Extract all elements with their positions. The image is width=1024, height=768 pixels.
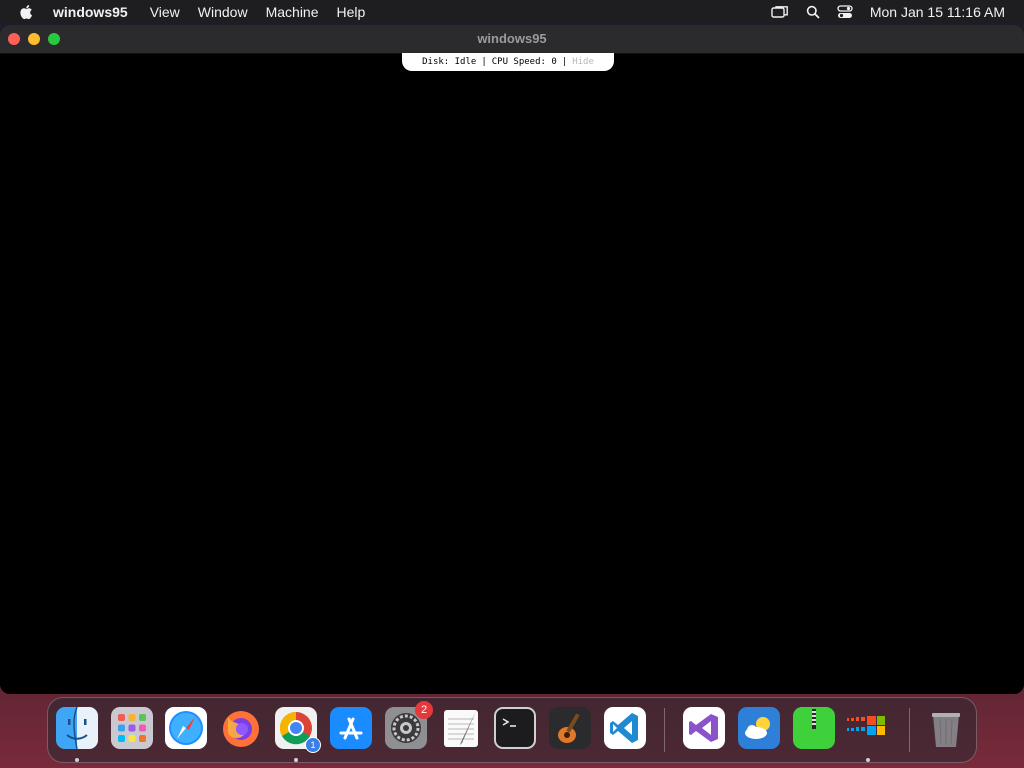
menu-app-name[interactable]: windows95: [53, 4, 128, 20]
dock-running-indicator-chrome: [294, 758, 298, 762]
dock-system-settings[interactable]: 2: [385, 701, 433, 749]
settings-badge: 2: [415, 701, 433, 719]
visual-studio-icon: [683, 707, 725, 749]
apple-menu-icon[interactable]: [19, 3, 35, 21]
dock-archive-utility[interactable]: [793, 707, 835, 749]
control-center-icon[interactable]: [837, 5, 853, 19]
menu-clock[interactable]: Mon Jan 15 11:16 AM: [870, 4, 1005, 20]
screen-mirroring-icon[interactable]: [771, 5, 789, 19]
dock-weather[interactable]: [738, 707, 780, 749]
dock: 1 2: [47, 697, 977, 763]
status-separator: |: [481, 57, 487, 67]
trash-icon: [932, 713, 960, 747]
garageband-icon: [549, 707, 591, 749]
dock-vscode[interactable]: [604, 707, 646, 749]
dock-firefox[interactable]: [220, 707, 262, 749]
emulator-status-bar: Disk: Idle | CPU Speed: 0 | Hide: [402, 53, 614, 71]
cpu-speed-status: CPU Speed: 0: [491, 57, 557, 67]
dock-launchpad[interactable]: [111, 707, 153, 749]
dock-running-indicator-windows95: [866, 758, 870, 762]
vscode-icon: [604, 707, 646, 749]
dock-trash[interactable]: [925, 707, 967, 749]
menu-window[interactable]: Window: [198, 4, 248, 20]
textedit-icon: [444, 710, 478, 747]
dock-running-indicator-finder: [75, 758, 79, 762]
menu-bar: windows95 View Window Machine Help Mon J…: [0, 0, 1024, 24]
menu-help[interactable]: Help: [337, 4, 366, 20]
terminal-icon: [494, 707, 536, 749]
window-title: windows95: [477, 31, 547, 46]
search-icon[interactable]: [806, 5, 820, 19]
dock-visual-studio[interactable]: [683, 707, 725, 749]
safari-icon: [165, 707, 207, 749]
dock-app-store[interactable]: [330, 707, 372, 749]
weather-icon: [738, 707, 780, 749]
dock-finder[interactable]: [56, 707, 98, 749]
dock-separator: [664, 708, 665, 752]
firefox-icon: [223, 711, 259, 747]
window-titlebar[interactable]: windows95: [0, 25, 1024, 54]
launchpad-icon: [111, 707, 153, 749]
menu-machine[interactable]: Machine: [266, 4, 319, 20]
status-separator: |: [561, 57, 568, 67]
dock-windows95[interactable]: [845, 707, 887, 749]
hide-status-button[interactable]: Hide: [572, 57, 594, 67]
dock-terminal[interactable]: [494, 707, 536, 749]
archive-icon: [793, 707, 835, 749]
dock-textedit[interactable]: [440, 707, 482, 749]
app-store-icon: [330, 707, 372, 749]
dock-safari[interactable]: [165, 707, 207, 749]
chrome-badge: 1: [305, 737, 321, 753]
finder-icon: [56, 707, 98, 749]
dock-garageband[interactable]: [549, 707, 591, 749]
dock-separator: [909, 708, 910, 752]
windows95-icon: [847, 716, 885, 735]
dock-chrome[interactable]: 1: [275, 707, 321, 753]
app-window: windows95 Disk: Idle | CPU Speed: 0 | Hi…: [0, 25, 1024, 694]
emulator-screen[interactable]: [0, 54, 1024, 694]
disk-status: Disk: Idle: [422, 57, 477, 67]
menu-view[interactable]: View: [150, 4, 180, 20]
menu-bar-extras: Mon Jan 15 11:16 AM: [771, 0, 1024, 24]
